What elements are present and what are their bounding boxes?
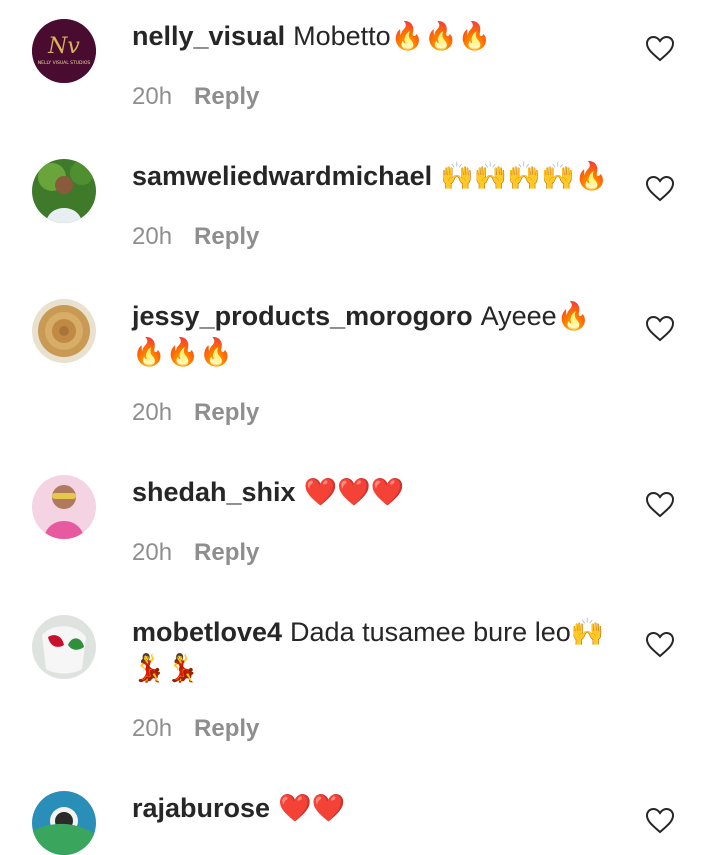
comment-text: Mobetto🔥🔥🔥 (293, 21, 492, 51)
comment-body: shedah_shix ❤️❤️❤️ (132, 474, 622, 510)
like-heart-icon[interactable] (645, 175, 675, 202)
avatar[interactable]: Nv NELLY VISUAL STUDIOS (32, 19, 96, 83)
reply-button[interactable]: Reply (194, 715, 259, 742)
comment-meta: 20h Reply (132, 538, 259, 568)
svg-text:Nv: Nv (47, 34, 80, 59)
comment-meta: 20h Reply (132, 222, 259, 252)
avatar[interactable] (32, 299, 96, 363)
reply-button[interactable]: Reply (194, 223, 259, 250)
comment-body: samweliedwardmichael 🙌🙌🙌🙌🔥 (132, 158, 622, 194)
comment-username[interactable]: nelly_visual (132, 21, 285, 51)
comment-username[interactable]: mobetlove4 (132, 617, 282, 647)
comment-username[interactable]: jessy_products_morogoro (132, 301, 473, 331)
comment-body: mobetlove4 Dada tusamee bure leo🙌💃💃 (132, 614, 622, 686)
reply-button[interactable]: Reply (194, 399, 259, 426)
comment-meta: 20h Reply (132, 82, 259, 112)
comment-timestamp: 20h (132, 539, 173, 566)
comment-meta: 20h Reply (132, 714, 259, 744)
reply-button[interactable]: Reply (194, 83, 259, 110)
comment-meta: 20h Reply (132, 398, 259, 428)
comment-body: nelly_visual Mobetto🔥🔥🔥 (132, 18, 622, 54)
avatar[interactable] (32, 615, 96, 679)
comment-timestamp: 20h (132, 715, 173, 742)
like-heart-icon[interactable] (645, 491, 675, 518)
avatar[interactable] (32, 159, 96, 223)
like-heart-icon[interactable] (645, 315, 675, 342)
comment-username[interactable]: samweliedwardmichael (132, 161, 432, 191)
avatar[interactable] (32, 475, 96, 539)
comment-username[interactable]: shedah_shix (132, 477, 296, 507)
comment-timestamp: 20h (132, 399, 173, 426)
comment-body: jessy_products_morogoro Ayeee🔥🔥🔥🔥 (132, 298, 622, 370)
reply-button[interactable]: Reply (194, 539, 259, 566)
comment-text: ❤️❤️❤️ (303, 477, 405, 507)
comment-text: ❤️❤️ (278, 793, 346, 823)
like-heart-icon[interactable] (645, 631, 675, 658)
comment-username[interactable]: rajaburose (132, 793, 270, 823)
comment-text: 🙌🙌🙌🙌🔥 (440, 161, 609, 191)
svg-text:NELLY VISUAL STUDIOS: NELLY VISUAL STUDIOS (38, 60, 91, 66)
like-heart-icon[interactable] (645, 35, 675, 62)
like-heart-icon[interactable] (645, 807, 675, 834)
avatar[interactable] (32, 791, 96, 855)
comment-timestamp: 20h (132, 223, 173, 250)
comment-body: rajaburose ❤️❤️ (132, 790, 622, 826)
comment-timestamp: 20h (132, 83, 173, 110)
